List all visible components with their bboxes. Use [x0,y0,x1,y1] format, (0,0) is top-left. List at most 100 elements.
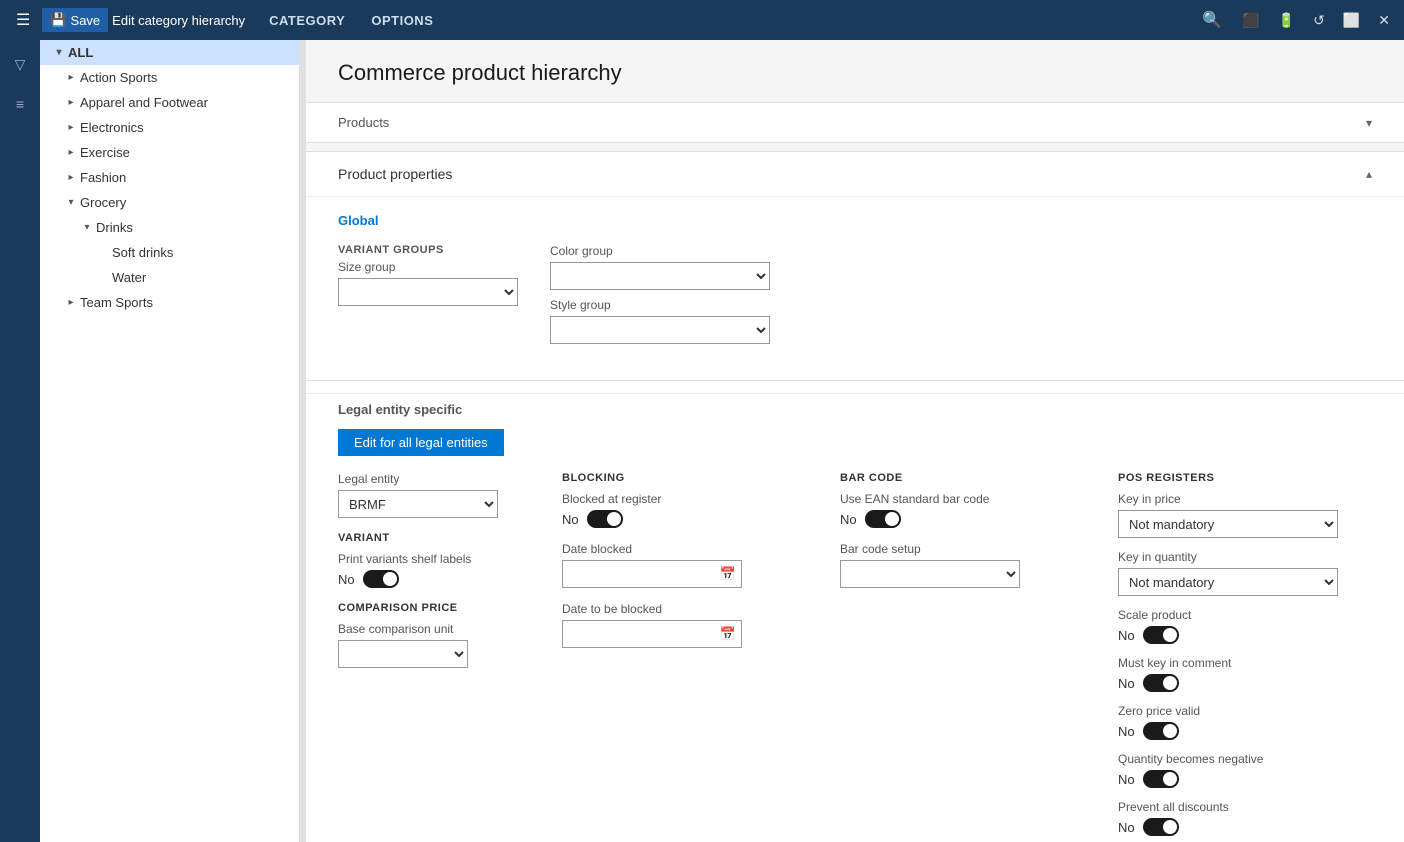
tree-item-action-sports[interactable]: Action Sports [40,65,299,90]
refresh-icon[interactable]: ↺ [1307,8,1331,33]
tree-arrow-soft-drinks [96,246,110,260]
style-group-select[interactable] [550,316,770,344]
must-key-comment-label: Must key in comment [1118,656,1372,670]
category-tree: ALL Action Sports Apparel and Footwear E… [40,40,300,842]
key-in-quantity-select[interactable]: Not mandatory Mandatory Must not key in [1118,568,1338,596]
tree-item-water-label: Water [112,270,146,285]
must-key-comment-toggle-row: No [1118,674,1372,692]
legal-entity-select[interactable]: BRMF [338,490,498,518]
battery-icon[interactable]: 🔋 [1272,8,1301,33]
pos-registers-label: POS REGISTERS [1118,472,1372,484]
topbar: ☰ 💾 Save Edit category hierarchy CATEGOR… [0,0,1404,40]
product-properties-title: Product properties [338,166,452,182]
prevent-all-discounts-toggle-row: No [1118,818,1372,836]
blocked-at-register-label: Blocked at register [562,492,816,506]
product-properties-header[interactable]: Product properties ▴ [306,152,1404,197]
top-nav: CATEGORY OPTIONS [257,9,445,32]
bar-code-setup-select[interactable] [840,560,1020,588]
date-blocked-calendar-icon: 📅 [720,566,736,582]
blocked-at-register-value: No [562,512,579,527]
size-group-select[interactable] [338,278,518,306]
print-variants-label: Print variants shelf labels [338,552,538,566]
variant-groups-col: VARIANT GROUPS Size group [338,244,518,344]
tree-item-water[interactable]: Water [40,265,299,290]
tree-item-team-sports[interactable]: Team Sports [40,290,299,315]
save-icon: 💾 [50,12,66,28]
zero-price-valid-toggle[interactable] [1143,722,1179,740]
tree-item-drinks-label: Drinks [96,220,133,235]
tree-item-fashion-label: Fashion [80,170,126,185]
save-button[interactable]: 💾 Save [42,8,108,32]
blocked-at-register-toggle[interactable] [587,510,623,528]
bar-code-label: BAR CODE [840,472,1094,484]
size-group-label: Size group [338,260,518,274]
must-key-comment-toggle[interactable] [1143,674,1179,692]
nav-options[interactable]: OPTIONS [359,9,445,32]
quantity-negative-label: Quantity becomes negative [1118,752,1372,766]
hamburger-menu-button[interactable]: ☰ [8,6,38,34]
base-comparison-unit-label: Base comparison unit [338,622,538,636]
edit-for-all-legal-entities-button[interactable]: Edit for all legal entities [338,429,504,456]
prevent-all-discounts-toggle[interactable] [1143,818,1179,836]
use-ean-value: No [840,512,857,527]
date-to-be-blocked-input[interactable] [562,620,742,648]
zero-price-valid-toggle-row: No [1118,722,1372,740]
restore-icon[interactable]: ⬜ [1337,8,1366,33]
legal-entity-col: Legal entity BRMF VARIANT Print variants… [338,472,538,842]
tree-item-all-label: ALL [68,45,93,60]
zero-price-valid-label: Zero price valid [1118,704,1372,718]
tree-item-drinks[interactable]: Drinks [40,215,299,240]
tree-arrow-fashion [64,171,78,185]
pos-registers-col: POS REGISTERS Key in price Not mandatory… [1118,472,1372,842]
tree-item-all[interactable]: ALL [40,40,299,65]
scale-product-toggle[interactable] [1143,626,1179,644]
tree-item-fashion[interactable]: Fashion [40,165,299,190]
legal-entity-specific-label: Legal entity specific [338,402,1372,417]
product-properties-section: Product properties ▴ Global VARIANT GROU… [306,151,1404,842]
office-icon[interactable]: ⬛ [1236,8,1265,33]
variant-section-label: VARIANT [338,532,538,544]
close-icon[interactable]: ✕ [1372,8,1396,33]
tree-arrow-electronics [64,121,78,135]
quantity-negative-toggle-row: No [1118,770,1372,788]
scale-product-toggle-row: No [1118,626,1372,644]
use-ean-toggle-row: No [840,510,1094,528]
base-comparison-unit-select[interactable] [338,640,468,668]
page-title: Commerce product hierarchy [338,60,1372,86]
barcode-col: BAR CODE Use EAN standard bar code No Ba… [840,472,1094,842]
tree-arrow-action-sports [64,71,78,85]
key-in-price-select[interactable]: Not mandatory Mandatory Must not key in [1118,510,1338,538]
tree-arrow-all [52,46,66,60]
nav-category[interactable]: CATEGORY [257,9,357,32]
tree-item-exercise[interactable]: Exercise [40,140,299,165]
main-content-area: Commerce product hierarchy Products ▾ Pr… [306,40,1404,842]
list-icon[interactable]: ≡ [4,88,36,120]
products-section-label: Products [338,115,389,130]
tree-item-electronics[interactable]: Electronics [40,115,299,140]
quantity-negative-toggle[interactable] [1143,770,1179,788]
color-group-select[interactable] [550,262,770,290]
filter-icon[interactable]: ▽ [4,48,36,80]
use-ean-toggle[interactable] [865,510,901,528]
search-icon[interactable]: 🔍 [1194,6,1230,34]
legal-entity-grid: Legal entity BRMF VARIANT Print variants… [338,472,1372,842]
prevent-all-discounts-value: No [1118,820,1135,835]
tree-item-apparel[interactable]: Apparel and Footwear [40,90,299,115]
quantity-negative-value: No [1118,772,1135,787]
tree-item-apparel-label: Apparel and Footwear [80,95,208,110]
app-title: Edit category hierarchy [112,13,245,28]
tree-item-grocery-label: Grocery [80,195,126,210]
tree-arrow-exercise [64,146,78,160]
bar-code-setup-label: Bar code setup [840,542,1094,556]
tree-item-grocery[interactable]: Grocery [40,190,299,215]
products-section-header[interactable]: Products ▾ [306,102,1404,143]
save-label: Save [71,13,101,28]
print-variants-toggle[interactable] [363,570,399,588]
scale-product-value: No [1118,628,1135,643]
tree-item-soft-drinks[interactable]: Soft drinks [40,240,299,265]
tree-item-action-sports-label: Action Sports [80,70,157,85]
tree-item-electronics-label: Electronics [80,120,144,135]
date-blocked-input[interactable] [562,560,742,588]
zero-price-valid-value: No [1118,724,1135,739]
use-ean-label: Use EAN standard bar code [840,492,1094,506]
